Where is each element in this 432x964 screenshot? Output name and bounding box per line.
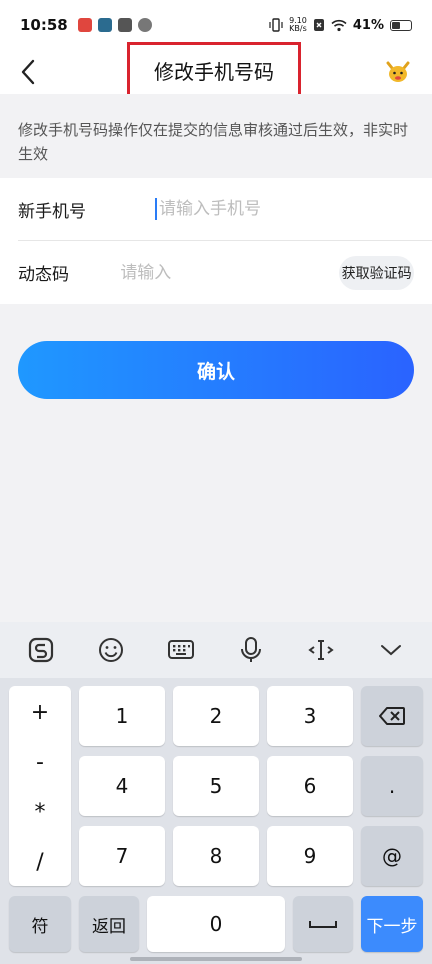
battery-percent: 41%	[352, 17, 384, 33]
sogou-logo-icon[interactable]	[23, 632, 59, 668]
app-notification-icon	[117, 18, 132, 32]
space-icon	[309, 921, 337, 928]
collapse-keyboard-icon[interactable]	[373, 632, 409, 668]
dot-key[interactable]: .	[361, 756, 423, 816]
vibrate-icon	[269, 18, 283, 32]
status-right: 9.10 KB/s 41%	[269, 17, 412, 33]
back-button[interactable]	[10, 54, 46, 90]
digit-7-key[interactable]: 7	[79, 826, 165, 886]
app-notification-icon	[97, 18, 112, 32]
microphone-icon[interactable]	[233, 632, 269, 668]
digit-3-key[interactable]: 3	[267, 686, 353, 746]
wifi-icon	[331, 19, 347, 31]
battery-fill	[392, 21, 400, 29]
cursor-move-icon[interactable]	[303, 632, 339, 668]
new-phone-row: 新手机号	[18, 178, 432, 241]
code-row: 动态码 获取验证码	[18, 241, 432, 304]
multiply-key[interactable]: *	[9, 800, 71, 825]
status-time: 10:58	[20, 16, 68, 34]
mascot-icon[interactable]	[384, 58, 412, 86]
next-step-key[interactable]: 下一步	[361, 896, 423, 952]
digit-6-key[interactable]: 6	[267, 756, 353, 816]
notification-icons	[77, 18, 152, 32]
sim-icon	[313, 19, 324, 31]
battery-icon	[390, 19, 412, 31]
net-speed-unit: KB/s	[289, 24, 307, 33]
chevron-left-icon	[21, 59, 35, 85]
keyboard-icon[interactable]	[163, 632, 199, 668]
divide-key[interactable]: /	[9, 850, 71, 875]
keyboard-toolbar	[0, 622, 432, 678]
confirm-button[interactable]: 确认	[18, 341, 414, 399]
phone-form: 新手机号 动态码 获取验证码	[0, 178, 432, 304]
numeric-keyboard: + - * / 1 2 3 4 5 6 . 7 8 9 @ 符 返回 0 下一步	[0, 678, 432, 964]
symbol-key[interactable]: 符	[9, 896, 71, 952]
app-notification-icon	[137, 18, 152, 32]
digit-9-key[interactable]: 9	[267, 826, 353, 886]
backspace-key[interactable]	[361, 686, 423, 746]
header: 修改手机号码	[0, 42, 432, 98]
digit-8-key[interactable]: 8	[173, 826, 259, 886]
digit-5-key[interactable]: 5	[173, 756, 259, 816]
back-key[interactable]: 返回	[79, 896, 139, 952]
at-key[interactable]: @	[361, 826, 423, 886]
home-indicator[interactable]	[130, 957, 302, 961]
digit-1-key[interactable]: 1	[79, 686, 165, 746]
new-phone-label: 新手机号	[18, 201, 86, 222]
digit-0-key[interactable]: 0	[147, 896, 285, 952]
minus-key[interactable]: -	[9, 750, 71, 775]
backspace-icon	[379, 707, 405, 725]
new-phone-input[interactable]	[159, 199, 432, 219]
get-code-button[interactable]: 获取验证码	[339, 255, 414, 290]
code-label: 动态码	[18, 265, 69, 285]
digit-4-key[interactable]: 4	[79, 756, 165, 816]
code-input[interactable]	[120, 262, 340, 283]
plus-key[interactable]: +	[9, 700, 71, 725]
notice-text: 修改手机号码操作仅在提交的信息审核通过后生效，非实时生效	[0, 94, 432, 178]
text-cursor	[155, 198, 157, 220]
space-key[interactable]	[293, 896, 353, 952]
symbol-column: + - * /	[9, 686, 71, 886]
page-title: 修改手机号码	[127, 42, 301, 98]
emoji-icon[interactable]	[93, 632, 129, 668]
net-speed: 9.10 KB/s	[289, 17, 307, 33]
digit-2-key[interactable]: 2	[173, 686, 259, 746]
app-notification-icon	[77, 18, 92, 32]
